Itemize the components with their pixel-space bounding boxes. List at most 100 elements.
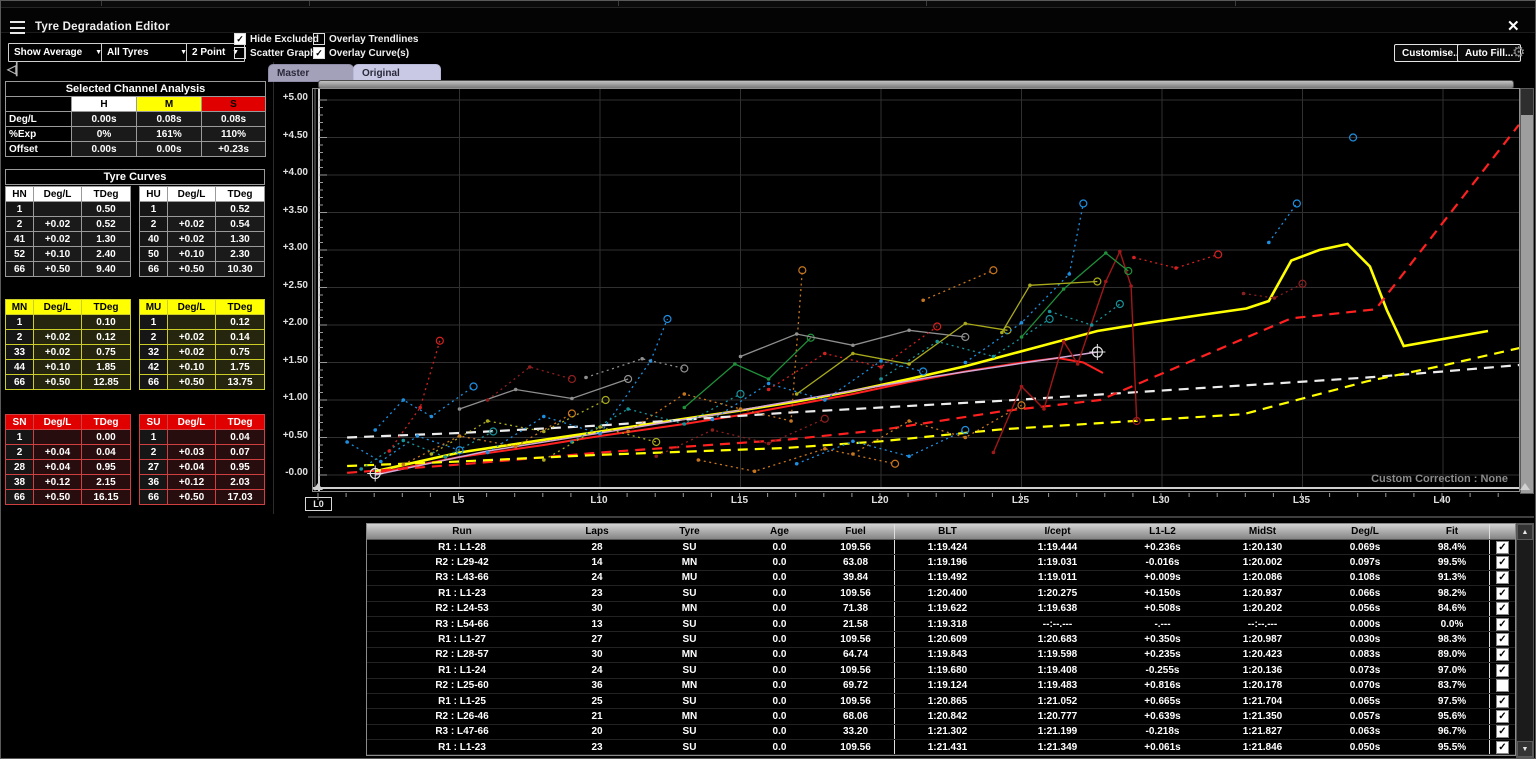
include-run-checkbox[interactable]	[1496, 710, 1509, 723]
column-header-BLT[interactable]: BLT	[895, 524, 1000, 539]
channel-col-H[interactable]: H	[72, 97, 136, 111]
table-scrollbar[interactable]: ▲ ▼	[1516, 523, 1534, 758]
value-cell[interactable]: +0.10	[34, 360, 81, 374]
column-header-Run[interactable]: Run	[367, 524, 557, 539]
value-cell[interactable]: +0.04	[34, 445, 81, 459]
lap-cell[interactable]: 28	[6, 460, 33, 474]
chart-vertical-scrollbar[interactable]	[1520, 88, 1534, 494]
lap-cell[interactable]: 66	[6, 262, 33, 276]
value-cell[interactable]: 0.04	[216, 430, 264, 444]
lap-cell[interactable]: 66	[140, 490, 167, 504]
run-table-row[interactable]: R3 : L47-6620SU0.033.201:21.3021:21.199-…	[367, 725, 1515, 740]
run-table-row[interactable]: R2 : L29-4214MN0.063.081:19.1961:19.031-…	[367, 555, 1515, 570]
x-range-handle-left[interactable]	[313, 483, 323, 490]
overlay-curves-checkbox[interactable]	[313, 47, 325, 59]
include-run-checkbox[interactable]	[1496, 679, 1509, 692]
lap-cell[interactable]: 32	[140, 345, 167, 359]
value-cell[interactable]: +0.03	[168, 445, 215, 459]
value-cell[interactable]: +0.02	[34, 330, 81, 344]
lap-cell[interactable]: 66	[140, 375, 167, 389]
scroll-up-icon[interactable]: ▲	[1517, 524, 1533, 540]
value-cell[interactable]: 0.12	[216, 315, 264, 329]
run-table-row[interactable]: R2 : L25-6036MN0.069.721:19.1241:19.483+…	[367, 679, 1515, 694]
lap-cell[interactable]: 1	[6, 430, 33, 444]
include-run-checkbox[interactable]	[1496, 633, 1509, 646]
value-cell[interactable]: +0.50	[34, 490, 81, 504]
value-cell[interactable]: +0.02	[168, 232, 215, 246]
include-run-checkbox[interactable]	[1496, 587, 1509, 600]
value-cell[interactable]: 0.50	[82, 202, 130, 216]
value-cell[interactable]: +0.02	[168, 345, 215, 359]
scatter-graph-checkbox[interactable]	[234, 47, 246, 59]
lap-cell[interactable]: 66	[6, 375, 33, 389]
run-table-row[interactable]: R3 : L54-6613SU0.021.581:19.318--:--.---…	[367, 617, 1515, 632]
value-cell[interactable]	[168, 315, 215, 329]
include-run-checkbox[interactable]	[1496, 695, 1509, 708]
column-header-Age[interactable]: Age	[742, 524, 817, 539]
channel-value[interactable]: 0.00s	[72, 142, 136, 156]
value-cell[interactable]: +0.50	[34, 262, 81, 276]
lap-cell[interactable]: 2	[140, 445, 167, 459]
lap-cell[interactable]: 50	[140, 247, 167, 261]
channel-value[interactable]: +0.23s	[202, 142, 265, 156]
channel-value[interactable]: 0.00s	[72, 112, 136, 126]
lap-cell[interactable]: 66	[140, 262, 167, 276]
value-cell[interactable]: +0.10	[168, 360, 215, 374]
lap-cell[interactable]: 36	[140, 475, 167, 489]
show-average-dropdown[interactable]: Show Average ▼	[8, 43, 108, 62]
value-cell[interactable]: 0.00	[82, 430, 130, 444]
value-cell[interactable]	[168, 202, 215, 216]
include-run-checkbox[interactable]	[1496, 571, 1509, 584]
run-table-row[interactable]: R3 : L43-6624MU0.039.841:19.4921:19.011+…	[367, 571, 1515, 586]
lap-cell[interactable]: 66	[6, 490, 33, 504]
lap-cell[interactable]: 2	[6, 217, 33, 231]
lap-cell[interactable]: 1	[140, 430, 167, 444]
lap-cell[interactable]: 52	[6, 247, 33, 261]
run-table-row[interactable]: R2 : L26-4621MN0.068.061:20.8421:20.777+…	[367, 709, 1515, 724]
value-cell[interactable]: +0.02	[34, 232, 81, 246]
value-cell[interactable]: +0.12	[34, 475, 81, 489]
value-cell[interactable]: 0.54	[216, 217, 264, 231]
value-cell[interactable]: +0.10	[168, 247, 215, 261]
value-cell[interactable]: 0.12	[82, 330, 130, 344]
include-run-checkbox[interactable]	[1496, 556, 1509, 569]
lap-cell[interactable]: 2	[140, 217, 167, 231]
value-cell[interactable]: 0.75	[82, 345, 130, 359]
channel-value[interactable]: 0%	[72, 127, 136, 141]
column-header-I/cept[interactable]: I/cept	[1000, 524, 1115, 539]
channel-col-S[interactable]: S	[202, 97, 265, 111]
value-cell[interactable]: +0.12	[168, 475, 215, 489]
column-header-Laps[interactable]: Laps	[557, 524, 637, 539]
value-cell[interactable]: 0.10	[82, 315, 130, 329]
value-cell[interactable]: 1.30	[82, 232, 130, 246]
value-cell[interactable]: 2.40	[82, 247, 130, 261]
lap-cell[interactable]: 1	[140, 202, 167, 216]
column-header-MidSt[interactable]: MidSt	[1210, 524, 1315, 539]
lap-cell[interactable]: 27	[140, 460, 167, 474]
overlay-trendlines-checkbox[interactable]	[313, 33, 325, 45]
lap-cell[interactable]: 1	[6, 202, 33, 216]
run-table-row[interactable]: R2 : L28-5730MN0.064.741:19.8431:19.598+…	[367, 648, 1515, 663]
value-cell[interactable]	[168, 430, 215, 444]
lap-cell[interactable]: 2	[6, 330, 33, 344]
value-cell[interactable]: 16.15	[82, 490, 130, 504]
column-header-Tyre[interactable]: Tyre	[637, 524, 742, 539]
lap-cell[interactable]: 2	[140, 330, 167, 344]
channel-value[interactable]: 161%	[137, 127, 201, 141]
value-cell[interactable]: 9.40	[82, 262, 130, 276]
lap-cell[interactable]: 38	[6, 475, 33, 489]
value-cell[interactable]: 1.30	[216, 232, 264, 246]
run-table-row[interactable]: R2 : L24-5330MN0.071.381:19.6221:19.638+…	[367, 602, 1515, 617]
column-header-check[interactable]	[1490, 524, 1515, 539]
lap-cell[interactable]: 40	[140, 232, 167, 246]
scroll-down-icon[interactable]: ▼	[1517, 741, 1533, 757]
value-cell[interactable]: 2.03	[216, 475, 264, 489]
value-cell[interactable]: 0.75	[216, 345, 264, 359]
value-cell[interactable]: +0.50	[168, 490, 215, 504]
include-run-checkbox[interactable]	[1496, 648, 1509, 661]
include-run-checkbox[interactable]	[1496, 541, 1509, 554]
cursor-crosshair-icon[interactable]	[1089, 344, 1105, 360]
x-range-handle-right[interactable]	[1520, 483, 1530, 490]
hamburger-menu-icon[interactable]	[10, 21, 25, 34]
value-cell[interactable]: +0.50	[168, 375, 215, 389]
